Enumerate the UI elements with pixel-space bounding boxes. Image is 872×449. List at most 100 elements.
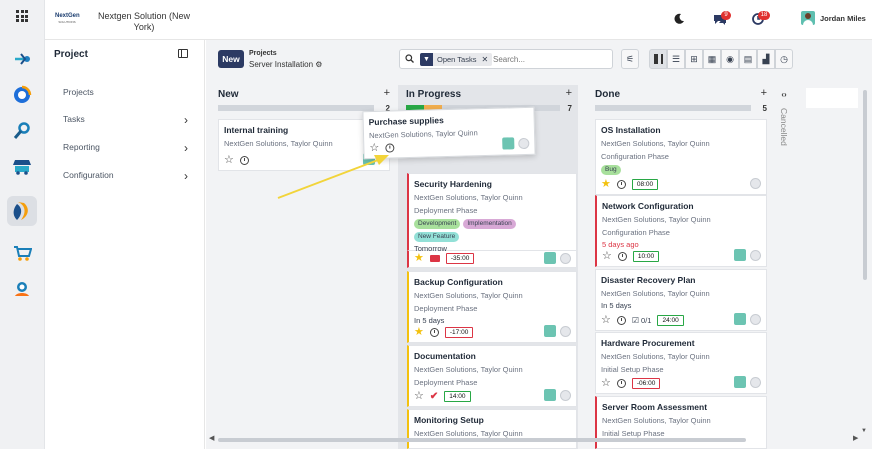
task-card[interactable]: Hardware Procurement NextGen Solutions, … <box>595 332 767 394</box>
task-actions: ★ -17:00 <box>414 327 474 338</box>
close-icon[interactable]: ✕ <box>481 55 488 64</box>
task-subtitle: NextGen Solutions, Taylor Quinn <box>224 139 333 148</box>
sidebar-item-reporting[interactable]: Reporting › <box>63 141 188 155</box>
search-facet: ▼ Open Tasks ✕ <box>420 53 493 66</box>
vertical-scrollbar[interactable] <box>863 90 867 280</box>
column-add-icon[interactable]: + <box>761 87 767 99</box>
status-circle[interactable] <box>560 326 571 337</box>
scroll-down-arrow[interactable]: ▼ <box>861 428 867 434</box>
app-hub-icon[interactable] <box>7 80 37 110</box>
breadcrumb-parent[interactable]: Projects <box>249 50 277 57</box>
filter-options-button[interactable]: ⚟ <box>621 49 639 69</box>
sidebar-toggle-icon[interactable] <box>178 49 188 58</box>
clock-icon[interactable] <box>616 316 626 325</box>
time-badge: 24:00 <box>657 315 684 326</box>
new-button[interactable]: New <box>218 50 244 68</box>
graph-view-button[interactable]: ▟ <box>757 49 775 69</box>
task-tags-row-2: New Feature <box>414 231 571 242</box>
clock-icon[interactable] <box>429 328 439 337</box>
clock-icon[interactable] <box>385 143 395 153</box>
sidebar-item-projects[interactable]: Projects <box>63 87 188 97</box>
task-card[interactable]: Documentation NextGen Solutions, Taylor … <box>407 345 577 407</box>
scroll-left-arrow[interactable]: ◀ <box>209 434 214 442</box>
pivot-view-button[interactable]: ▤ <box>739 49 757 69</box>
sidebar-item-label: Reporting <box>63 142 100 152</box>
calendar-view-button[interactable]: ▦ <box>703 49 721 69</box>
avatar[interactable] <box>544 325 556 337</box>
clock-icon[interactable] <box>616 180 626 189</box>
star-filled-icon[interactable]: ★ <box>601 179 611 190</box>
breadcrumb-current: Server Installation ⚙ <box>249 60 322 69</box>
timeline-view-button[interactable]: ◷ <box>775 49 793 69</box>
status-circle[interactable] <box>560 253 571 264</box>
checklist-progress: 0/1 <box>641 316 652 325</box>
star-icon[interactable]: ☆ <box>601 315 611 326</box>
star-filled-icon[interactable]: ★ <box>414 327 424 338</box>
dark-mode-icon[interactable] <box>673 13 685 27</box>
star-filled-icon[interactable]: ★ <box>414 253 424 264</box>
app-connect-icon[interactable] <box>7 44 37 74</box>
search-input[interactable] <box>493 53 603 66</box>
avatar[interactable] <box>502 137 515 150</box>
gear-icon[interactable]: ⚙ <box>315 60 322 69</box>
user-avatar[interactable] <box>801 11 815 25</box>
envelope-icon[interactable] <box>429 255 440 262</box>
status-circle[interactable] <box>750 377 761 388</box>
company-logo-text: NextGen <box>55 13 80 19</box>
clock-icon[interactable] <box>239 156 249 165</box>
clock-icon[interactable] <box>616 379 626 388</box>
sidebar-item-tasks[interactable]: Tasks › <box>63 113 188 127</box>
status-circle[interactable] <box>750 314 761 325</box>
task-tags: Development Implementation <box>414 218 571 229</box>
task-card[interactable]: Backup Configuration NextGen Solutions, … <box>407 271 577 343</box>
map-view-button[interactable]: ⊞ <box>685 49 703 69</box>
star-icon[interactable]: ☆ <box>224 155 234 166</box>
task-card[interactable]: Monitoring Setup NextGen Solutions, Tayl… <box>407 409 577 449</box>
status-circle[interactable] <box>750 250 761 261</box>
avatar[interactable] <box>734 376 746 388</box>
task-card[interactable]: Network Configuration NextGen Solutions,… <box>595 195 767 267</box>
scroll-right-arrow[interactable]: ▶ <box>853 434 858 442</box>
star-icon[interactable]: ☆ <box>602 251 612 262</box>
clock-icon[interactable] <box>617 252 627 261</box>
list-view-button[interactable]: ☰ <box>667 49 685 69</box>
app-shop-icon[interactable] <box>7 238 37 268</box>
avatar[interactable] <box>734 249 746 261</box>
column-add-icon[interactable]: + <box>566 87 572 99</box>
star-icon[interactable]: ☆ <box>369 142 379 154</box>
app-contact-icon[interactable] <box>7 274 37 304</box>
star-icon[interactable]: ☆ <box>414 391 424 402</box>
task-card[interactable]: OS Installation NextGen Solutions, Taylo… <box>595 119 767 195</box>
task-card[interactable]: Security Hardening NextGen Solutions, Ta… <box>407 173 577 253</box>
search-box[interactable]: ▼ Open Tasks ✕ <box>399 49 613 69</box>
kanban-icon <box>653 54 663 64</box>
status-circle[interactable] <box>750 178 761 189</box>
activity-view-button[interactable]: ◉ <box>721 49 739 69</box>
avatar[interactable] <box>544 389 556 401</box>
column-add-icon[interactable]: + <box>384 87 390 99</box>
unfold-icon[interactable]: ‹› <box>777 90 791 99</box>
app-project-icon[interactable] <box>7 196 37 226</box>
app-grid-icon[interactable] <box>16 10 28 22</box>
task-actions: ☆ ✔ 14:00 <box>414 391 471 402</box>
app-tools-icon[interactable] <box>7 116 37 146</box>
pivot-icon: ▤ <box>743 53 753 64</box>
kanban-view-button[interactable] <box>649 49 667 69</box>
column-progress-bar <box>218 105 374 111</box>
dragged-task-card[interactable]: Purchase supplies NextGen Solutions, Tay… <box>362 106 536 160</box>
task-actions: ☆ <box>224 155 249 166</box>
task-card[interactable]: Disaster Recovery Plan NextGen Solutions… <box>595 269 767 331</box>
sidebar-item-configuration[interactable]: Configuration › <box>63 169 188 183</box>
company-name[interactable]: Nextgen Solution (New York) <box>89 11 199 33</box>
status-circle[interactable] <box>518 137 530 150</box>
app-store-icon[interactable] <box>7 152 37 182</box>
check-icon[interactable]: ✔ <box>430 391 438 402</box>
status-circle[interactable] <box>560 390 571 401</box>
horizontal-scrollbar[interactable] <box>218 438 746 442</box>
avatar[interactable] <box>544 252 556 264</box>
avatar[interactable] <box>734 313 746 325</box>
user-name[interactable]: Jordan Miles <box>820 14 866 23</box>
kanban-column-cancelled[interactable]: ‹› Cancelled <box>777 90 791 190</box>
star-icon[interactable]: ☆ <box>601 378 611 389</box>
task-actions: ☆ ☑ 0/1 24:00 <box>601 315 684 326</box>
